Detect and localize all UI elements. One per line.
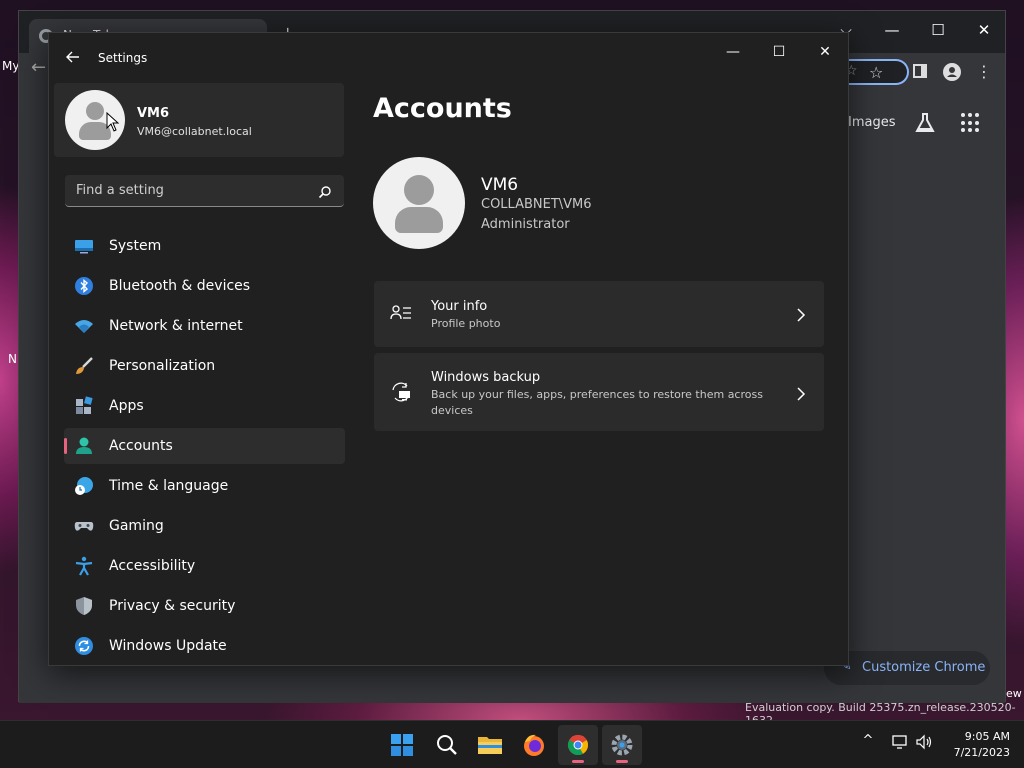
volume-icon[interactable] — [914, 733, 934, 753]
clock-date: 7/21/2023 — [953, 746, 1010, 759]
nav-label: Bluetooth & devices — [109, 278, 251, 294]
nav-item-apps[interactable]: Apps — [64, 388, 345, 424]
google-apps-icon[interactable] — [961, 113, 981, 133]
mouse-cursor-icon — [106, 111, 120, 132]
settings-window: Settings — ☐ ✕ VM6 VM6@collabnet.local S… — [48, 32, 849, 666]
chrome-menu-icon[interactable]: ⋮ — [975, 63, 993, 81]
taskbar: ^ 9:05 AM 7/21/2023 — [0, 720, 1024, 768]
nav-item-accounts[interactable]: Accounts — [64, 428, 345, 464]
profile-card[interactable]: VM6 VM6@collabnet.local — [54, 83, 344, 157]
nav-item-network[interactable]: Network & internet — [64, 308, 345, 344]
nav-item-gaming[interactable]: Gaming — [64, 508, 345, 544]
images-link[interactable]: Images — [848, 115, 896, 130]
nav-item-privacy-security[interactable]: Privacy & security — [64, 588, 345, 624]
desktop-icon-label[interactable]: My — [2, 59, 19, 73]
nav-label: Gaming — [109, 518, 164, 534]
system-clock[interactable]: 9:05 AM 7/21/2023 — [946, 729, 1010, 761]
nav-item-time-language[interactable]: Time & language — [64, 468, 345, 504]
settings-minimize-button[interactable]: — — [710, 37, 756, 67]
settings-taskbar-icon[interactable] — [602, 725, 642, 765]
person-info-icon — [390, 303, 412, 325]
network-tray-icon[interactable] — [890, 733, 910, 753]
globe-clock-icon — [74, 476, 94, 496]
search-icon[interactable] — [318, 184, 332, 199]
clock-time: 9:05 AM — [964, 730, 1010, 743]
nav-item-windows-update[interactable]: Windows Update — [64, 628, 345, 664]
desktop-icon-label[interactable]: N — [8, 352, 17, 366]
card-title: Your info — [431, 299, 488, 314]
nav-item-accessibility[interactable]: Accessibility — [64, 548, 345, 584]
nav-label: Personalization — [109, 358, 216, 374]
gamepad-icon — [74, 516, 94, 536]
search-input[interactable] — [65, 175, 305, 206]
nav-label: Apps — [109, 398, 144, 414]
accounts-icon — [74, 436, 94, 456]
settings-close-button[interactable]: ✕ — [802, 37, 848, 67]
nav-label: Privacy & security — [109, 598, 236, 614]
labs-flask-icon[interactable] — [913, 111, 937, 135]
backup-icon — [390, 381, 412, 403]
card-subtitle: Back up your files, apps, preferences to… — [431, 388, 763, 417]
page-title: Accounts — [373, 93, 512, 124]
nav-item-bluetooth[interactable]: Bluetooth & devices — [64, 268, 345, 304]
shield-icon — [74, 596, 94, 616]
nav-item-system[interactable]: System — [64, 228, 345, 264]
card-title: Windows backup — [431, 370, 541, 385]
your-info-card[interactable]: Your info Profile photo — [374, 281, 824, 347]
chrome-minimize-button[interactable]: — — [869, 15, 915, 45]
chrome-back-icon[interactable]: ← — [31, 57, 46, 78]
bluetooth-icon — [74, 276, 94, 296]
search-box[interactable] — [65, 175, 344, 207]
omnibox[interactable]: ☆ ☆ — [839, 59, 909, 85]
account-name: VM6 — [481, 175, 519, 195]
nav-label: Accessibility — [109, 558, 196, 574]
account-domain: COLLABNET\VM6 — [481, 197, 592, 212]
file-explorer-icon[interactable] — [470, 725, 510, 765]
account-avatar — [373, 157, 465, 249]
accessibility-icon — [74, 556, 94, 576]
nav-label: Accounts — [109, 438, 173, 454]
bookmark-star-icon[interactable]: ☆ — [869, 63, 883, 82]
nav-label: System — [109, 238, 162, 254]
nav-label: Time & language — [109, 478, 229, 494]
system-icon — [74, 236, 94, 256]
start-button[interactable] — [382, 725, 422, 765]
profile-icon[interactable] — [943, 63, 961, 81]
firefox-icon[interactable] — [514, 725, 554, 765]
chrome-close-button[interactable]: ✕ — [961, 15, 1007, 45]
customize-chrome-label: Customize Chrome — [862, 660, 986, 675]
settings-title: Settings — [98, 51, 148, 65]
windows-backup-card[interactable]: Windows backup Back up your files, apps,… — [374, 353, 824, 431]
taskbar-search-icon[interactable] — [426, 725, 466, 765]
show-hidden-icons-chevron-icon[interactable]: ^ — [858, 733, 878, 753]
chevron-right-icon — [796, 307, 806, 322]
nav-label: Windows Update — [109, 638, 227, 654]
chrome-taskbar-icon[interactable] — [558, 725, 598, 765]
profile-name: VM6 — [137, 106, 170, 121]
brush-icon — [74, 356, 94, 376]
account-role: Administrator — [481, 217, 570, 232]
desktop-icon-label[interactable]: ew — [1006, 687, 1022, 700]
side-panel-icon[interactable] — [911, 63, 929, 81]
chevron-right-icon — [796, 386, 806, 401]
card-subtitle: Profile photo — [431, 317, 501, 330]
update-icon — [74, 636, 94, 656]
nav-label: Network & internet — [109, 318, 243, 334]
chrome-maximize-button[interactable]: ☐ — [915, 15, 961, 45]
nav-item-personalization[interactable]: Personalization — [64, 348, 345, 384]
back-arrow-icon[interactable] — [63, 47, 83, 67]
settings-maximize-button[interactable]: ☐ — [756, 37, 802, 67]
settings-nav: System Bluetooth & devices Network & int… — [64, 228, 345, 668]
profile-email: VM6@collabnet.local — [137, 125, 252, 138]
apps-icon — [74, 396, 94, 416]
network-icon — [74, 316, 94, 336]
